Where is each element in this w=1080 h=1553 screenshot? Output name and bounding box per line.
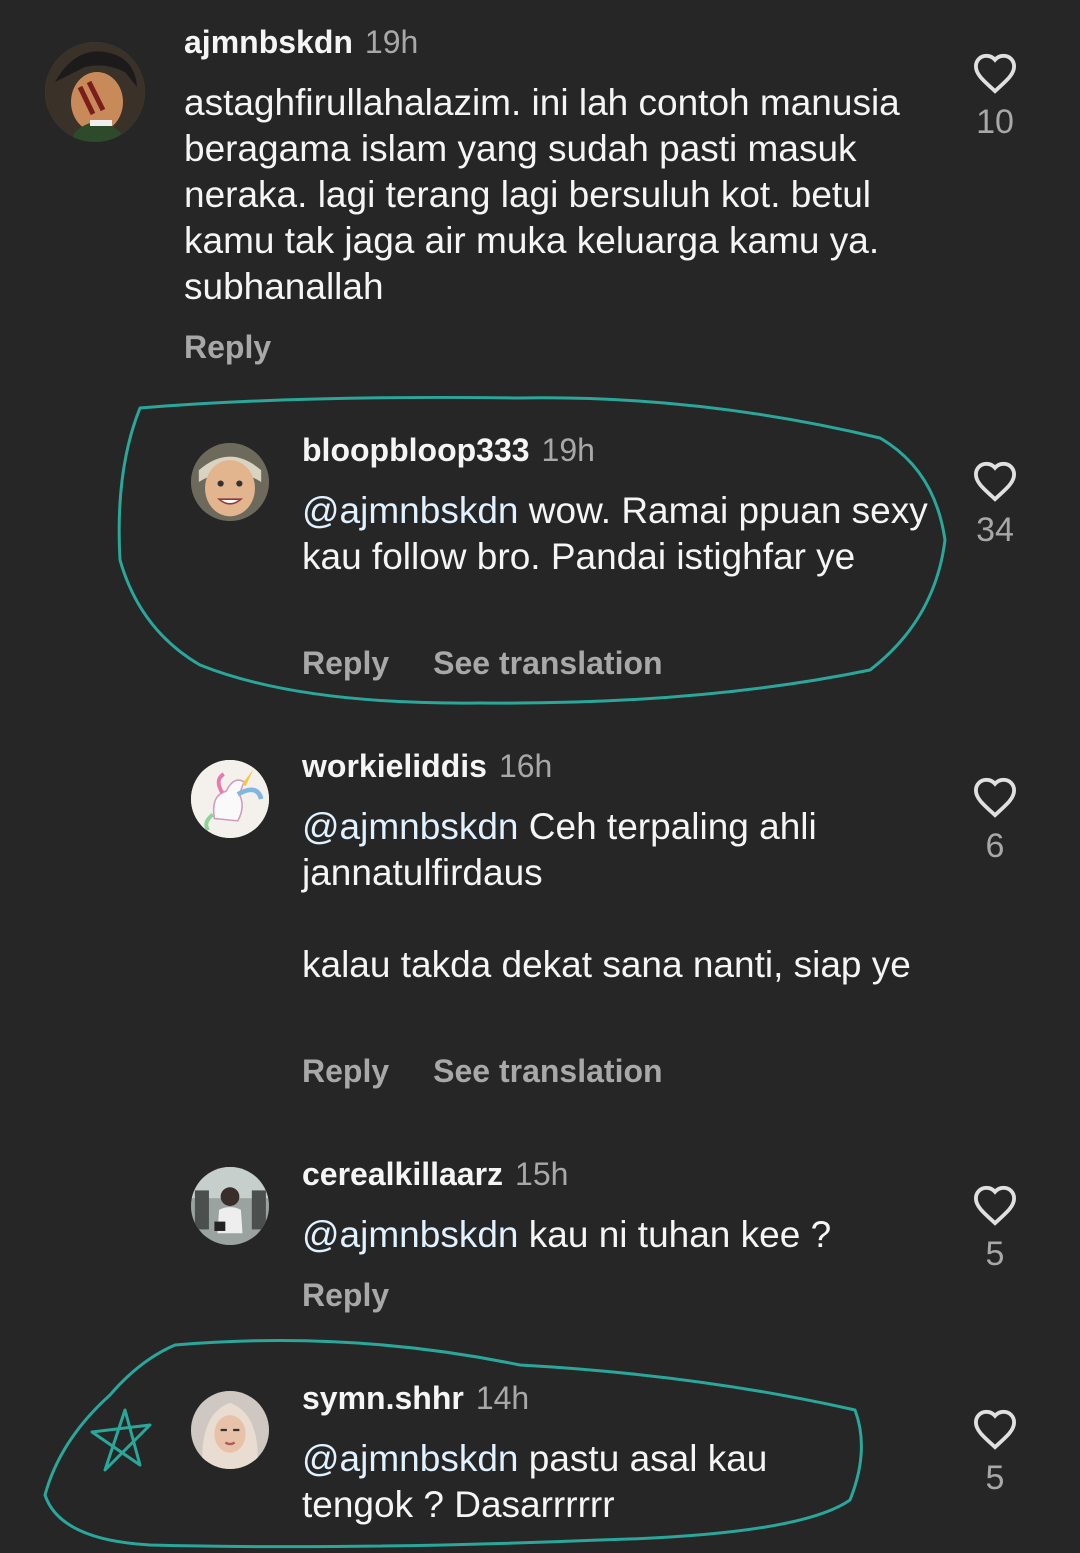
username[interactable]: ajmnbskdn — [184, 24, 353, 60]
unicorn-avatar-icon — [191, 760, 269, 838]
comment-text: astaghfirullahalazim. ini lah contoh man… — [184, 80, 944, 310]
like-control: 6 — [965, 776, 1025, 866]
heart-icon[interactable] — [972, 1408, 1018, 1450]
username[interactable]: symn.shhr — [302, 1380, 464, 1416]
comment-text: @ajmnbskdn pastu asal kau tengok ? Dasar… — [302, 1436, 862, 1528]
mention-link[interactable]: @ajmnbskdn — [302, 490, 519, 531]
comment-header: symn.shhr 14h — [302, 1378, 529, 1418]
mention-link[interactable]: @ajmnbskdn — [302, 1214, 519, 1255]
avatar[interactable] — [191, 760, 269, 838]
comment-header: cerealkillaarz 15h — [302, 1154, 568, 1194]
like-count: 5 — [985, 1235, 1005, 1273]
reply-button[interactable]: Reply — [302, 1053, 389, 1089]
comment-text: @ajmnbskdn Ceh terpaling ahli jannatulfi… — [302, 804, 922, 988]
timestamp: 16h — [498, 748, 553, 784]
person-photo-avatar-icon — [191, 1167, 269, 1245]
heart-icon[interactable] — [972, 776, 1018, 818]
comment-body: astaghfirullahalazim. ini lah contoh man… — [184, 82, 900, 307]
comment-header: bloopbloop333 19h — [302, 430, 595, 470]
comment-header: workieliddis 16h — [302, 746, 552, 786]
like-count: 34 — [976, 511, 1014, 549]
see-translation-button[interactable]: See translation — [433, 645, 662, 681]
username[interactable]: bloopbloop333 — [302, 432, 530, 468]
avatar[interactable] — [45, 42, 145, 142]
avatar[interactable] — [191, 1391, 269, 1469]
comment-text: @ajmnbskdn kau ni tuhan kee ? — [302, 1212, 942, 1258]
comment-body: kau ni tuhan kee ? — [518, 1214, 832, 1255]
reply-button[interactable]: Reply — [302, 645, 389, 681]
avatar[interactable] — [191, 443, 269, 521]
like-count: 10 — [976, 103, 1014, 141]
like-count: 5 — [985, 1459, 1005, 1497]
reply-button[interactable]: Reply — [184, 329, 271, 365]
heart-icon[interactable] — [972, 1184, 1018, 1226]
like-control: 5 — [965, 1408, 1025, 1498]
comment-actions: Reply See translation — [302, 1051, 663, 1091]
like-control: 5 — [965, 1184, 1025, 1274]
comment-actions: Reply See translation — [302, 643, 663, 683]
mention-link[interactable]: @ajmnbskdn — [302, 806, 519, 847]
star-icon — [90, 1408, 152, 1472]
comment-actions: Reply — [302, 1275, 389, 1315]
timestamp: 19h — [541, 432, 595, 468]
comment-header: ajmnbskdn 19h — [184, 22, 418, 62]
see-translation-button[interactable]: See translation — [433, 1053, 662, 1089]
mention-link[interactable]: @ajmnbskdn — [302, 1438, 519, 1479]
comment-actions: Reply — [184, 327, 271, 367]
pirate-character-avatar-icon — [45, 42, 145, 142]
like-count: 6 — [985, 827, 1005, 865]
timestamp: 19h — [364, 24, 419, 60]
comment-text: @ajmnbskdn wow. Ramai ppuan sexy kau fol… — [302, 488, 942, 580]
heart-icon[interactable] — [972, 52, 1018, 94]
timestamp: 14h — [475, 1380, 530, 1416]
reply-button[interactable]: Reply — [302, 1277, 389, 1313]
smiling-person-avatar-icon — [191, 443, 269, 521]
like-control: 10 — [965, 52, 1025, 142]
heart-icon[interactable] — [972, 460, 1018, 502]
avatar[interactable] — [191, 1167, 269, 1245]
username[interactable]: cerealkillaarz — [302, 1156, 503, 1192]
hijab-person-avatar-icon — [191, 1391, 269, 1469]
timestamp: 15h — [515, 1156, 569, 1192]
username[interactable]: workieliddis — [302, 748, 487, 784]
like-control: 34 — [965, 460, 1025, 550]
